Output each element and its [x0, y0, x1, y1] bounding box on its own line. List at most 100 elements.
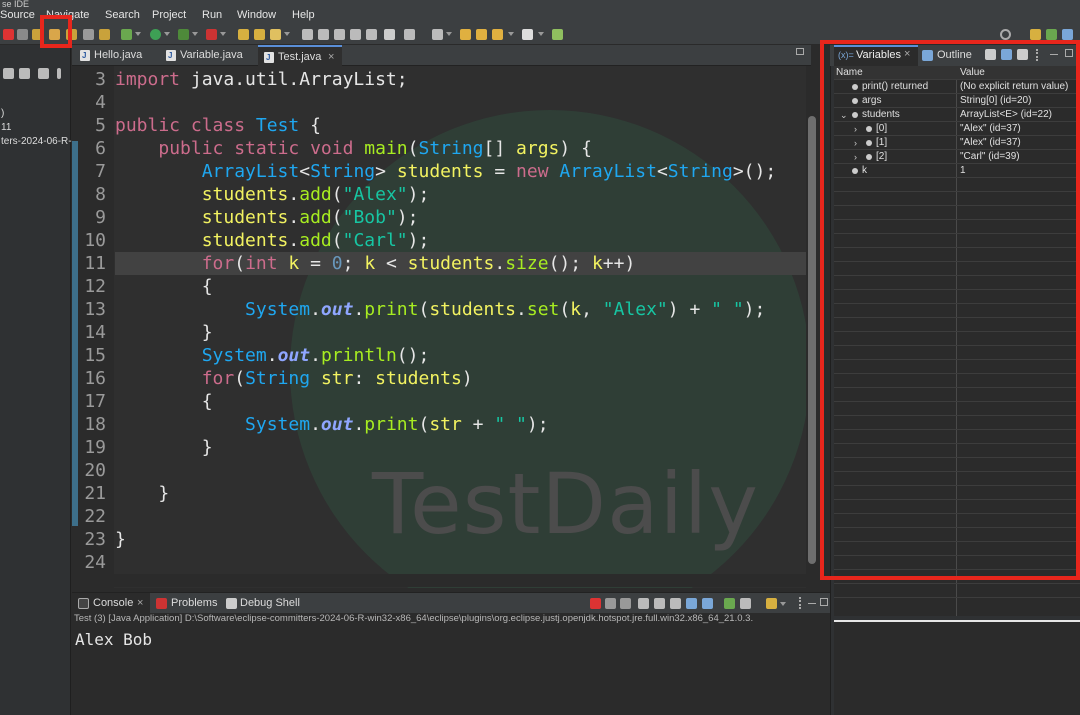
close-tab-icon[interactable]: × — [328, 47, 334, 68]
maximize-icon[interactable] — [820, 598, 828, 606]
open-console-dropdown-icon[interactable] — [780, 602, 786, 606]
show-stdout-icon[interactable] — [686, 598, 697, 609]
code-line[interactable]: } — [115, 529, 126, 550]
code-editor[interactable]: TestDaily 3 import java.util.ArrayList; 4 5… — [72, 66, 806, 588]
debug-icon[interactable] — [121, 29, 132, 40]
open-type-icon[interactable] — [302, 29, 313, 40]
code-line[interactable]: import java.util.ArrayList; — [115, 69, 408, 90]
filters-icon[interactable] — [38, 68, 49, 79]
code-line[interactable]: for(String str: students) — [115, 368, 473, 389]
code-line[interactable]: } — [115, 437, 213, 458]
show-stderr-icon[interactable] — [702, 598, 713, 609]
run-dropdown-icon[interactable] — [164, 32, 170, 36]
minimize-icon[interactable] — [808, 603, 816, 604]
new-class-icon[interactable] — [270, 29, 281, 40]
line-number: 24 — [84, 552, 106, 573]
new-java-project-icon[interactable] — [238, 29, 249, 40]
code-line[interactable]: students.add("Bob"); — [115, 207, 419, 228]
code-line[interactable]: { — [115, 276, 213, 297]
tree-item[interactable]: 11 — [1, 122, 11, 133]
terminate-icon[interactable] — [3, 29, 14, 40]
debug-perspective-icon[interactable] — [1046, 29, 1057, 40]
code-line[interactable]: public static void main(String[] args) { — [115, 138, 592, 159]
external-tools-icon[interactable] — [206, 29, 217, 40]
view-menu-icon[interactable] — [799, 597, 803, 609]
next-annotation-icon[interactable] — [432, 29, 443, 40]
disconnect-icon[interactable] — [17, 29, 28, 40]
menu-run[interactable]: Run — [202, 9, 222, 21]
tab-label: Hello.java — [94, 49, 143, 61]
link-editor-icon[interactable] — [19, 68, 30, 79]
forward-history-icon[interactable] — [492, 29, 503, 40]
maximize-icon[interactable] — [796, 48, 804, 55]
annotation-dropdown-icon[interactable] — [446, 32, 452, 36]
code-line[interactable]: students.add("Carl"); — [115, 230, 430, 251]
menu-search[interactable]: Search — [105, 9, 140, 21]
run-icon[interactable] — [150, 29, 161, 40]
java-perspective-icon[interactable] — [1030, 29, 1041, 40]
annotation-icon[interactable] — [404, 29, 415, 40]
menu-window[interactable]: Window — [237, 9, 276, 21]
clear-console-icon[interactable] — [638, 598, 649, 609]
debug-dropdown-icon[interactable] — [135, 32, 141, 36]
console-output[interactable]: Alex Bob — [72, 627, 830, 715]
remove-launch-icon[interactable] — [605, 598, 616, 609]
external-tools-dropdown-icon[interactable] — [220, 32, 226, 36]
tab-hello-java[interactable]: Hello.java — [74, 45, 158, 66]
tab-test-java[interactable]: Test.java × — [258, 45, 342, 68]
code-line[interactable]: public class Test { — [115, 115, 321, 136]
menu-project[interactable]: Project — [152, 9, 186, 21]
forward-dropdown-icon[interactable] — [538, 32, 544, 36]
drop-to-frame-icon[interactable] — [99, 29, 110, 40]
block-selection-icon[interactable] — [366, 29, 377, 40]
toggle-breadcrumb-icon[interactable] — [350, 29, 361, 40]
coverage-icon[interactable] — [178, 29, 189, 40]
tree-item[interactable]: ters-2024-06-R- — [1, 136, 72, 147]
word-wrap-icon[interactable] — [670, 598, 681, 609]
back-icon[interactable] — [476, 29, 487, 40]
search-icon[interactable] — [1000, 29, 1011, 40]
scroll-lock-icon[interactable] — [654, 598, 665, 609]
last-edit-icon[interactable] — [460, 29, 471, 40]
view-menu-icon[interactable] — [57, 68, 61, 79]
tab-debug-shell[interactable]: Debug Shell — [240, 597, 300, 609]
perspective-switch-icon[interactable] — [1062, 29, 1073, 40]
code-line[interactable]: } — [115, 322, 213, 343]
variable-detail-pane[interactable] — [834, 620, 1080, 715]
collapse-all-icon[interactable] — [3, 68, 14, 79]
code-line[interactable]: ArrayList<String> students = new ArrayLi… — [115, 161, 776, 182]
search-tool-icon[interactable] — [318, 29, 329, 40]
display-console-icon[interactable] — [740, 598, 751, 609]
new-package-icon[interactable] — [254, 29, 265, 40]
code-line[interactable]: { — [115, 391, 213, 412]
tab-console[interactable]: Console — [93, 597, 133, 609]
menu-source[interactable]: Source — [0, 9, 35, 21]
code-line[interactable]: for(int k = 0; k < students.size(); k++) — [115, 253, 636, 274]
code-line[interactable]: } — [115, 483, 169, 504]
open-console-icon[interactable] — [766, 598, 777, 609]
use-step-filters-icon[interactable] — [83, 29, 94, 40]
show-whitespace-icon[interactable] — [384, 29, 395, 40]
code-line[interactable]: students.add("Alex"); — [115, 184, 430, 205]
scrollbar-thumb[interactable] — [808, 116, 816, 564]
code-line[interactable]: System.out.print(str + " "); — [115, 414, 549, 435]
tab-problems[interactable]: Problems — [171, 597, 217, 609]
toggle-mark-icon[interactable] — [334, 29, 345, 40]
line-number: 4 — [95, 92, 106, 113]
code-line[interactable]: System.out.println(); — [115, 345, 430, 366]
close-console-icon[interactable]: × — [137, 597, 143, 609]
console-terminate-icon[interactable] — [590, 598, 601, 609]
menu-help[interactable]: Help — [292, 9, 315, 21]
pin-editor-icon[interactable] — [552, 29, 563, 40]
pin-console-icon[interactable] — [724, 598, 735, 609]
back-dropdown-icon[interactable] — [508, 32, 514, 36]
highlight-box-step-over — [40, 15, 72, 48]
code-line[interactable]: System.out.print(students.set(k, "Alex")… — [115, 299, 765, 320]
remove-all-icon[interactable] — [620, 598, 631, 609]
forward-icon[interactable] — [522, 29, 533, 40]
new-dropdown-icon[interactable] — [284, 32, 290, 36]
tree-item[interactable]: ) — [1, 108, 4, 119]
tab-variable-java[interactable]: Variable.java — [160, 45, 256, 66]
coverage-dropdown-icon[interactable] — [192, 32, 198, 36]
editor-horizontal-scrollbar[interactable] — [112, 574, 806, 587]
